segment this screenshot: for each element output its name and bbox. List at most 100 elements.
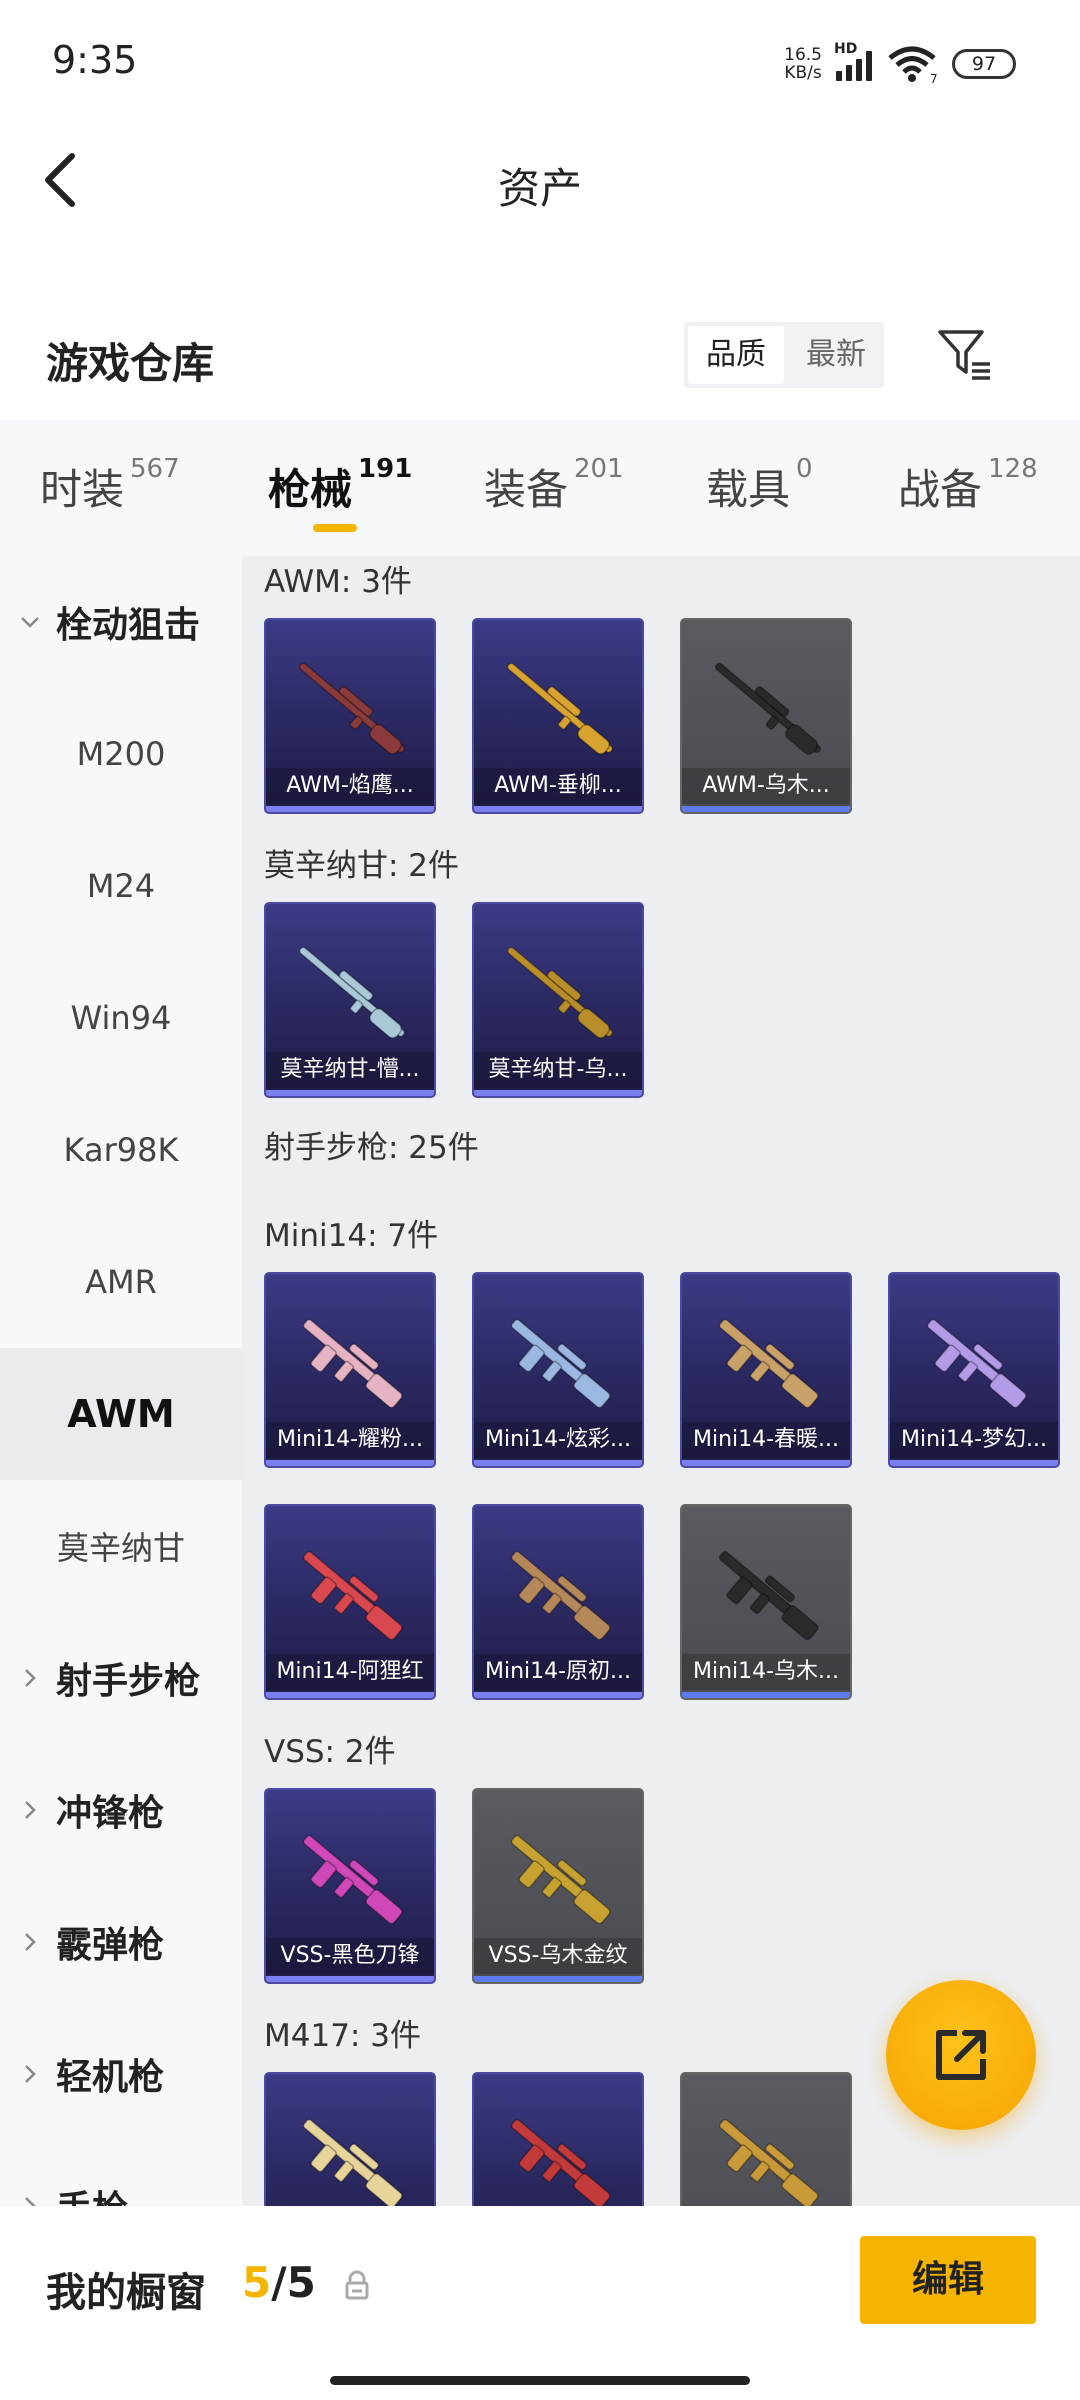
chevron-down-icon	[21, 617, 39, 628]
tab-equipment[interactable]: 装备 201	[484, 454, 624, 517]
weapon-skin-card[interactable]: 莫辛纳甘-乌...	[472, 902, 644, 1098]
weapon-skin-image	[718, 1318, 819, 1409]
sidebar-item-label: 轻机枪	[56, 2057, 165, 2098]
wifi-icon: 7	[888, 46, 938, 84]
edit-button[interactable]: 编辑	[860, 2236, 1036, 2324]
weapon-skin-card[interactable]: 莫辛纳甘-懵...	[264, 902, 436, 1098]
weapon-skin-image	[302, 1834, 403, 1925]
sidebar-item-label: M24	[86, 867, 156, 905]
battery-icon: 97	[952, 49, 1016, 79]
weapon-skin-image	[510, 1550, 611, 1641]
section-label: 射手步枪: 25件	[264, 1130, 479, 1166]
weapon-skin-image	[298, 662, 406, 755]
sidebar-item[interactable]: 莫辛纳甘	[0, 1480, 242, 1612]
sidebar-item-label: 莫辛纳甘	[56, 1529, 185, 1567]
status-icons: 16.5 KB/s HD 7 97	[784, 40, 1016, 88]
sidebar-item[interactable]: 射手步枪	[0, 1612, 242, 1744]
status-time: 9:35	[52, 38, 138, 82]
weapon-skin-image	[926, 1318, 1027, 1409]
weapon-skin-name: 莫辛纳甘-懵...	[266, 1052, 434, 1088]
weapon-skin-image	[510, 1318, 611, 1409]
weapon-skin-card[interactable]: Mini14-耀粉...	[264, 1272, 436, 1468]
weapon-skin-name: Mini14-春暖...	[682, 1422, 850, 1458]
sidebar-item[interactable]: M200	[0, 688, 242, 820]
sort-newest-button[interactable]: 最新	[788, 322, 884, 388]
weapon-skin-card[interactable]: Mini14-阿狸红	[264, 1504, 436, 1700]
warehouse-title: 游戏仓库	[46, 339, 215, 388]
sort-quality-button[interactable]: 品质	[688, 326, 784, 384]
sidebar-item-label: M200	[76, 735, 166, 773]
weapon-skin-image	[506, 946, 614, 1039]
sidebar-item[interactable]: Win94	[0, 952, 242, 1084]
filter-icon[interactable]	[936, 326, 992, 382]
weapon-skin-card[interactable]: VSS-黑色刀锋	[264, 1788, 436, 1984]
tab-fashion[interactable]: 时装 567	[40, 454, 180, 517]
sidebar-item-label: Win94	[70, 999, 172, 1037]
tab-vehicles[interactable]: 载具 0	[706, 454, 813, 517]
sidebar-item[interactable]: AMR	[0, 1216, 242, 1348]
weapon-skin-card[interactable]: Mini14-春暖...	[680, 1272, 852, 1468]
sidebar-item-label: 手枪	[56, 2180, 128, 2206]
weapon-skin-name: AWM-焰鹰...	[266, 768, 434, 804]
rarity-bar	[682, 1692, 850, 1698]
weapon-skin-image	[302, 1550, 403, 1641]
weapon-skin-name: VSS-乌木金纹	[474, 1938, 642, 1974]
sidebar-item[interactable]: AWM	[0, 1348, 242, 1480]
weapon-skin-card[interactable]: Mini14-原初...	[472, 1504, 644, 1700]
weapon-skin-name: Mini14-阿狸红	[266, 1654, 434, 1690]
chevron-right-icon	[25, 2065, 36, 2083]
tab-supplies[interactable]: 战备 128	[898, 454, 1038, 517]
tab-guns[interactable]: 枪械 191	[268, 454, 412, 517]
showcase-count: 5/5	[242, 2258, 316, 2307]
rarity-bar	[890, 1460, 1058, 1466]
weapon-skin-card[interactable]: Mini14-乌木...	[680, 1504, 852, 1700]
chevron-right-icon	[25, 1801, 36, 1819]
weapon-skin-name: Mini14-乌木...	[682, 1654, 850, 1690]
weapon-skin-name: Mini14-炫彩...	[474, 1422, 642, 1458]
sidebar-item[interactable]: 轻机枪	[0, 2008, 242, 2140]
rarity-bar	[474, 1090, 642, 1096]
sidebar-item[interactable]: 手枪	[0, 2140, 242, 2206]
page-title: 资产	[497, 164, 582, 213]
weapon-skin-card[interactable]: VSS-乌木金纹	[472, 1788, 644, 1984]
weapon-skin-image	[714, 662, 822, 755]
rarity-bar	[682, 806, 850, 812]
sidebar-item[interactable]: M24	[0, 820, 242, 952]
weapon-skin-name: Mini14-原初...	[474, 1654, 642, 1690]
showcase-label: 我的橱窗	[46, 2270, 206, 2316]
rarity-bar	[266, 1460, 434, 1466]
showcase-bar: 我的橱窗 5/5 编辑	[0, 2206, 1080, 2400]
chevron-right-icon	[25, 1933, 36, 1951]
share-button[interactable]	[886, 1980, 1036, 2130]
rarity-bar	[474, 1976, 642, 1982]
sidebar-item-label: 栓动狙击	[56, 605, 201, 646]
section-label: AWM: 3件	[264, 564, 412, 600]
weapon-skin-card[interactable]: AWM-焰鹰...	[264, 618, 436, 814]
weapon-category-sidebar: 栓动狙击 M200 M24 Win94 Kar98K AMR AWM 莫辛纳甘射手步枪 冲锋枪霰…	[0, 556, 242, 2206]
chevron-right-icon	[25, 1669, 36, 1687]
sidebar-item[interactable]: 栓动狙击	[0, 556, 242, 688]
weapon-skin-card[interactable]	[680, 2072, 852, 2206]
rarity-bar	[682, 1460, 850, 1466]
weapon-skin-name: Mini14-耀粉...	[266, 1422, 434, 1458]
sidebar-item[interactable]: 冲锋枪	[0, 1744, 242, 1876]
weapon-skin-card[interactable]: AWM-垂柳...	[472, 618, 644, 814]
rarity-bar	[266, 1976, 434, 1982]
weapon-skin-image	[302, 2118, 403, 2206]
sidebar-item-label: 霰弹枪	[56, 1925, 165, 1966]
section-label: Mini14: 7件	[264, 1218, 439, 1254]
home-indicator[interactable]	[330, 2376, 750, 2385]
sidebar-item[interactable]: Kar98K	[0, 1084, 242, 1216]
rarity-bar	[474, 1460, 642, 1466]
rarity-bar	[474, 806, 642, 812]
weapon-skin-card[interactable]: Mini14-炫彩...	[472, 1272, 644, 1468]
sidebar-item[interactable]: 霰弹枪	[0, 1876, 242, 2008]
weapon-skin-image	[718, 2118, 819, 2206]
weapon-skin-card[interactable]: AWM-乌木...	[680, 618, 852, 814]
weapon-skin-card[interactable]: Mini14-梦幻...	[888, 1272, 1060, 1468]
weapon-skin-image	[718, 1550, 819, 1641]
weapon-skin-card[interactable]	[472, 2072, 644, 2206]
weapon-skin-image	[510, 1834, 611, 1925]
weapon-skin-name: VSS-黑色刀锋	[266, 1938, 434, 1974]
weapon-skin-card[interactable]	[264, 2072, 436, 2206]
